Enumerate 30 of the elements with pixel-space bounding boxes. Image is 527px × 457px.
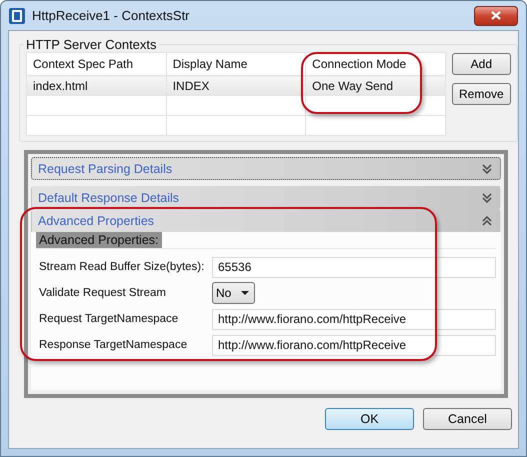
app-icon bbox=[8, 6, 26, 24]
table-cell: One Way Send bbox=[306, 76, 446, 96]
column-header[interactable]: Display Name bbox=[166, 52, 306, 76]
dialog-button[interactable]: OK bbox=[325, 408, 414, 430]
field-label: Response TargetNamespace bbox=[38, 339, 188, 351]
section-header[interactable]: Default Response Details bbox=[31, 186, 501, 209]
table-cell: INDEX bbox=[166, 76, 306, 96]
input-field[interactable]: 65536 bbox=[212, 256, 496, 278]
table-button[interactable]: Add bbox=[452, 53, 511, 75]
expand-icon bbox=[482, 164, 492, 174]
field-label: Request TargetNamespace bbox=[38, 313, 180, 325]
section-header[interactable]: Request Parsing Details bbox=[31, 157, 501, 180]
expand-icon bbox=[482, 192, 492, 202]
dropdown[interactable]: No bbox=[212, 282, 256, 304]
section-header[interactable]: Advanced Properties bbox=[31, 209, 501, 232]
input-field[interactable]: http://www.fiorano.com/httpReceive bbox=[212, 308, 496, 330]
collapse-icon bbox=[482, 216, 492, 226]
field-label: Validate Request Stream bbox=[38, 287, 167, 299]
table-cell: index.html bbox=[26, 76, 166, 96]
field-label: Stream Read Buffer Size(bytes): bbox=[38, 261, 206, 273]
window-title: HttpReceive1 - ContextsStr bbox=[32, 8, 191, 23]
close-icon bbox=[491, 11, 501, 20]
caret-icon bbox=[241, 291, 250, 295]
input-field[interactable]: http://www.fiorano.com/httpReceive bbox=[212, 334, 496, 356]
dialog-button[interactable]: Cancel bbox=[423, 408, 512, 430]
close-button[interactable] bbox=[474, 6, 518, 26]
group-title: HTTP Server Contexts bbox=[25, 37, 158, 52]
group-label: Advanced Properties: bbox=[36, 232, 162, 248]
table-button[interactable]: Remove bbox=[452, 83, 511, 105]
column-header[interactable]: Context Spec Path bbox=[26, 52, 166, 76]
